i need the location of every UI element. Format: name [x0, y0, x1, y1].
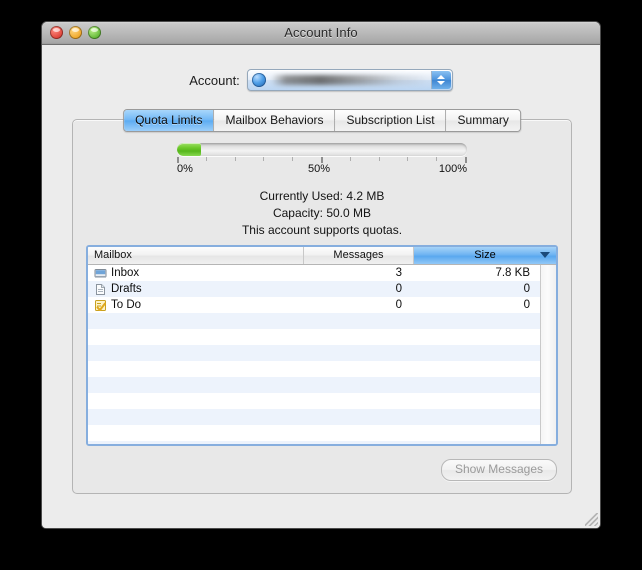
cell-messages: 0 — [395, 299, 402, 311]
account-popup-button[interactable] — [246, 69, 453, 91]
currently-used-line: Currently Used: 4.2 MB — [73, 188, 571, 205]
window-body: Account: Quota Limits Mailbox Behaviors … — [42, 45, 600, 528]
sort-descending-icon — [540, 252, 550, 258]
quota-support-note: This account supports quotas. — [241, 223, 403, 237]
column-header-messages[interactable]: Messages — [304, 247, 414, 264]
drafts-icon — [94, 283, 107, 296]
currently-used-label: Currently Used: — [259, 189, 343, 203]
gauge-tick-40 — [292, 157, 294, 161]
account-stepper-arrows[interactable] — [430, 71, 451, 89]
table-row-empty — [88, 393, 540, 409]
tab-summary[interactable]: Summary — [446, 110, 520, 131]
capacity-value: 50.0 MB — [326, 206, 372, 220]
quota-limits-panel: 0% 50% 100% Currently Used: 4.2 MB Capac… — [72, 119, 572, 494]
table-row[interactable]: Drafts 0 0 — [88, 281, 540, 297]
gauge-tick-70 — [378, 157, 380, 161]
quota-stats: Currently Used: 4.2 MB Capacity: 50.0 MB… — [73, 188, 571, 239]
table-row-empty — [88, 425, 540, 441]
cell-messages: 0 — [395, 283, 402, 295]
tab-subscription-list[interactable]: Subscription List — [335, 110, 447, 131]
gauge-label-0: 0% — [177, 163, 193, 175]
account-selector-row: Account: — [42, 69, 600, 91]
mailbox-table-header: Mailbox Messages Size — [88, 247, 556, 265]
currently-used-value: 4.2 MB — [346, 189, 385, 203]
column-header-mailbox[interactable]: Mailbox — [88, 247, 304, 264]
chevron-down-icon — [437, 81, 446, 85]
mailbox-table[interactable]: Mailbox Messages Size Inbox 3 7.8 KB Drafts… — [86, 245, 558, 446]
table-row-empty — [88, 361, 540, 377]
account-name-redacted — [271, 75, 446, 85]
mailbox-table-scrollarea: Inbox 3 7.8 KB Drafts 0 0 To Do 0 0 — [88, 265, 556, 444]
quota-gauge-fill — [177, 143, 202, 156]
account-label: Account: — [189, 72, 240, 88]
quota-gauge-track — [177, 143, 467, 156]
capacity-label: Capacity: — [272, 206, 323, 220]
cell-messages: 3 — [395, 267, 402, 279]
gauge-label-50: 50% — [308, 163, 331, 175]
window-titlebar[interactable]: Account Info — [42, 22, 600, 45]
todo-icon — [94, 299, 107, 312]
cell-size: 0 — [523, 299, 530, 311]
quota-gauge: 0% 50% 100% — [177, 143, 467, 177]
table-row[interactable]: Inbox 3 7.8 KB — [88, 265, 540, 281]
table-row-empty — [88, 313, 540, 329]
cell-mailbox: Drafts — [88, 281, 304, 297]
tab-quota-limits[interactable]: Quota Limits — [124, 110, 215, 131]
table-row-empty — [88, 329, 540, 345]
gauge-label-100: 100% — [438, 163, 467, 175]
table-row-empty — [88, 345, 540, 361]
cell-mailbox-label: Inbox — [111, 267, 140, 279]
cell-mailbox-label: Drafts — [111, 283, 142, 295]
mailbox-table-scrollbar[interactable] — [540, 265, 556, 444]
capacity-line: Capacity: 50.0 MB — [73, 205, 571, 222]
inbox-icon — [94, 267, 107, 280]
quota-gauge-labels: 0% 50% 100% — [177, 163, 467, 177]
tab-mailbox-behaviors[interactable]: Mailbox Behaviors — [214, 110, 336, 131]
gauge-tick-20 — [234, 157, 236, 161]
gauge-tick-80 — [407, 157, 409, 161]
table-row[interactable]: To Do 0 0 — [88, 297, 540, 313]
table-row-empty — [88, 377, 540, 393]
globe-icon — [251, 73, 266, 87]
window-resize-grip[interactable] — [585, 513, 598, 526]
cell-mailbox: To Do — [88, 297, 304, 313]
table-row-empty — [88, 441, 540, 444]
column-header-size-label: Size — [474, 249, 496, 261]
chevron-up-icon — [437, 75, 446, 79]
account-info-window: Account Info Account: Quota Limits Mailb… — [41, 21, 601, 529]
gauge-tick-10 — [205, 157, 207, 161]
cell-mailbox-label: To Do — [111, 299, 142, 311]
gauge-tick-60 — [349, 157, 351, 161]
cell-size: 0 — [523, 283, 530, 295]
gauge-tick-90 — [436, 157, 438, 161]
gauge-tick-30 — [263, 157, 265, 161]
mailbox-table-body: Inbox 3 7.8 KB Drafts 0 0 To Do 0 0 — [88, 265, 540, 444]
table-row-empty — [88, 409, 540, 425]
tab-bar: Quota Limits Mailbox Behaviors Subscript… — [123, 109, 521, 132]
cell-mailbox: Inbox — [88, 265, 304, 281]
show-messages-button[interactable]: Show Messages — [440, 459, 557, 481]
column-header-size[interactable]: Size — [414, 247, 556, 264]
cell-size: 7.8 KB — [495, 267, 530, 279]
window-title: Account Info — [284, 25, 358, 40]
tab-view: Quota Limits Mailbox Behaviors Subscript… — [72, 109, 572, 494]
